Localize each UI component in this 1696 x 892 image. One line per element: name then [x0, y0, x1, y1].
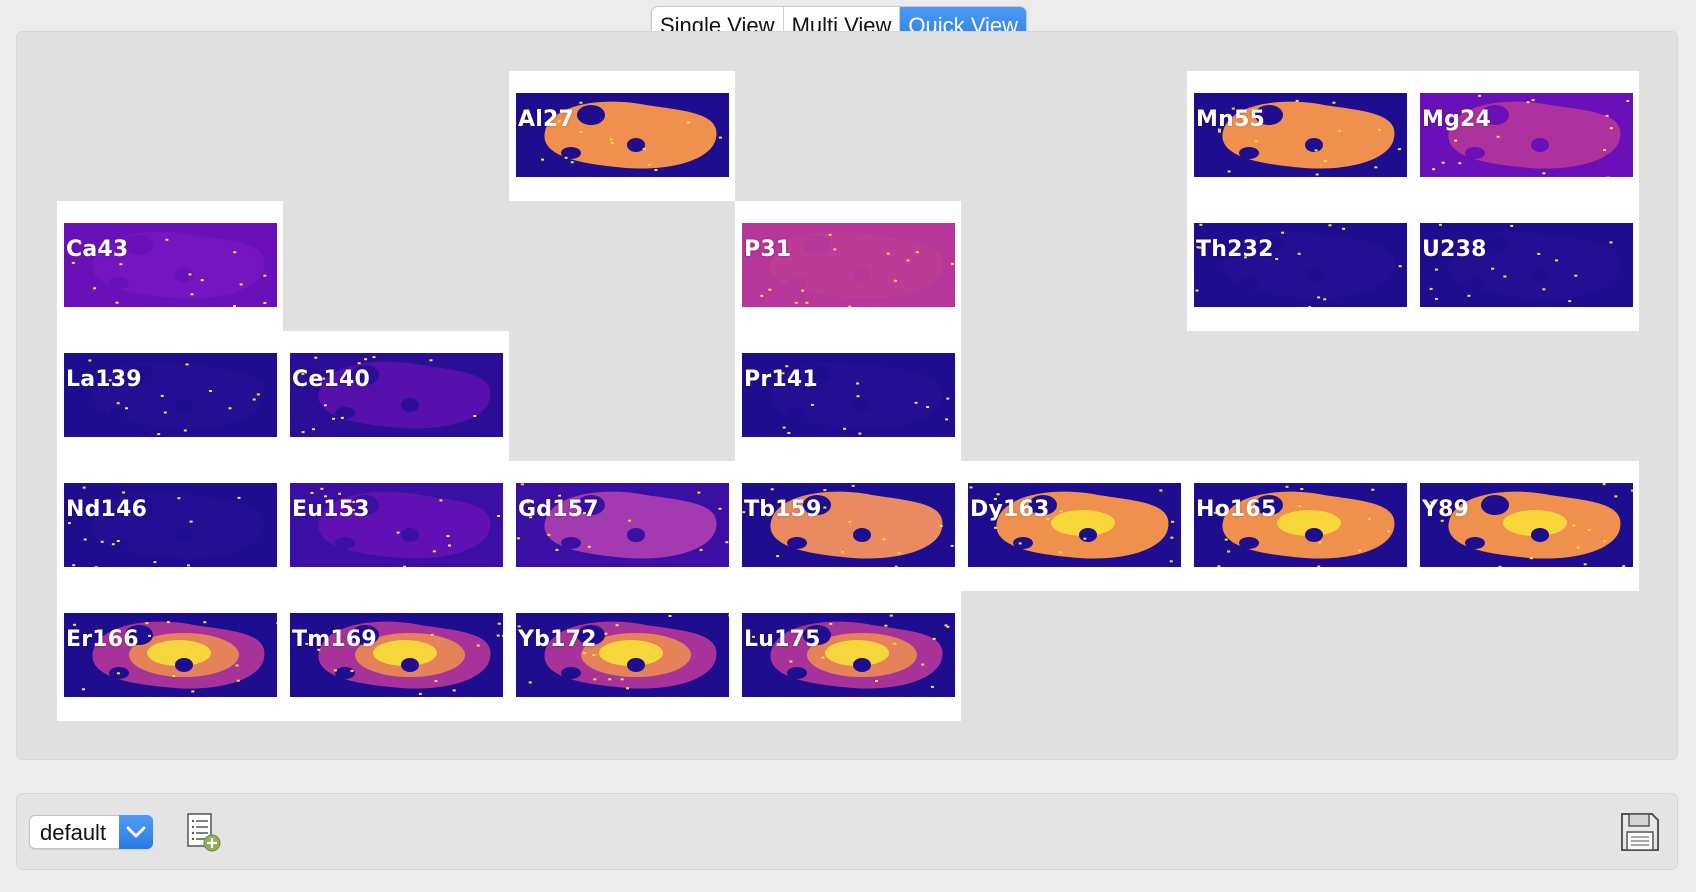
preset-select-value: default: [40, 820, 107, 845]
floppy-disk-icon[interactable]: [1619, 811, 1661, 858]
element-tile-th232[interactable]: Th232: [1187, 201, 1413, 331]
element-map-image: Eu153: [290, 483, 503, 567]
element-label: Ce140: [292, 367, 370, 392]
element-map-image: Al27: [516, 93, 729, 177]
element-tile-ca43[interactable]: Ca43: [57, 201, 283, 331]
bottom-toolbar: default: [16, 793, 1678, 870]
element-label: Gd157: [518, 497, 599, 522]
element-tile-nd146[interactable]: Nd146: [57, 461, 283, 591]
element-map-image: Gd157: [516, 483, 729, 567]
element-label: Er166: [66, 627, 139, 652]
element-tile-y89[interactable]: Y89: [1413, 461, 1639, 591]
element-label: P31: [744, 237, 792, 262]
element-map-image: Lu175: [742, 613, 955, 697]
element-tile-ho165[interactable]: Ho165: [1187, 461, 1413, 591]
element-tile-la139[interactable]: La139: [57, 331, 283, 461]
element-label: Y89: [1422, 497, 1470, 522]
element-tile-ce140[interactable]: Ce140: [283, 331, 509, 461]
element-tile-mn55[interactable]: Mn55: [1187, 71, 1413, 201]
element-map-image: U238: [1420, 223, 1633, 307]
element-tile-gd157[interactable]: Gd157: [509, 461, 735, 591]
element-map-image: Mn55: [1194, 93, 1407, 177]
element-label: Mg24: [1422, 107, 1492, 132]
element-tile-u238[interactable]: U238: [1413, 201, 1639, 331]
preset-select[interactable]: default: [29, 815, 153, 849]
element-tile-er166[interactable]: Er166: [57, 591, 283, 721]
element-label: La139: [66, 367, 142, 392]
element-map-image: Tm169: [290, 613, 503, 697]
element-label: Al27: [518, 107, 574, 132]
element-map-image: Y89: [1420, 483, 1633, 567]
element-map-image: P31: [742, 223, 955, 307]
chevron-down-icon[interactable]: [119, 815, 153, 849]
element-tile-p31[interactable]: P31: [735, 201, 961, 331]
element-label: Pr141: [744, 367, 818, 392]
element-tile-tb159[interactable]: Tb159: [735, 461, 961, 591]
quick-view-panel: Al27 Mn55 Mg24 Ca43 P31 Th232 U238 La139 Ce140 Pr…: [16, 31, 1678, 760]
element-label: Yb172: [518, 627, 597, 652]
element-label: U238: [1422, 237, 1487, 262]
element-map-image: Yb172: [516, 613, 729, 697]
element-map-image: Dy163: [968, 483, 1181, 567]
element-map-image: Ho165: [1194, 483, 1407, 567]
element-map-image: Ce140: [290, 353, 503, 437]
element-label: Ho165: [1196, 497, 1277, 522]
element-map-image: Nd146: [64, 483, 277, 567]
element-tile-al27[interactable]: Al27: [509, 71, 735, 201]
element-label: Tb159: [744, 497, 822, 522]
element-map-image: Mg24: [1420, 93, 1633, 177]
element-map-image: Er166: [64, 613, 277, 697]
element-label: Dy163: [970, 497, 1050, 522]
element-label: Tm169: [292, 627, 377, 652]
element-tile-mg24[interactable]: Mg24: [1413, 71, 1639, 201]
element-tile-pr141[interactable]: Pr141: [735, 331, 961, 461]
element-label: Mn55: [1196, 107, 1265, 132]
list-add-icon[interactable]: [185, 812, 225, 859]
element-tile-yb172[interactable]: Yb172: [509, 591, 735, 721]
element-map-image: Ca43: [64, 223, 277, 307]
element-tile-dy163[interactable]: Dy163: [961, 461, 1187, 591]
element-tile-tm169[interactable]: Tm169: [283, 591, 509, 721]
element-map-image: Pr141: [742, 353, 955, 437]
element-tile-lu175[interactable]: Lu175: [735, 591, 961, 721]
element-label: Nd146: [66, 497, 148, 522]
element-label: Ca43: [66, 237, 129, 262]
element-map-image: Th232: [1194, 223, 1407, 307]
element-label: Eu153: [292, 497, 370, 522]
element-label: Lu175: [744, 627, 821, 652]
element-tile-eu153[interactable]: Eu153: [283, 461, 509, 591]
element-map-image: La139: [64, 353, 277, 437]
element-label: Th232: [1196, 237, 1274, 262]
element-map-image: Tb159: [742, 483, 955, 567]
